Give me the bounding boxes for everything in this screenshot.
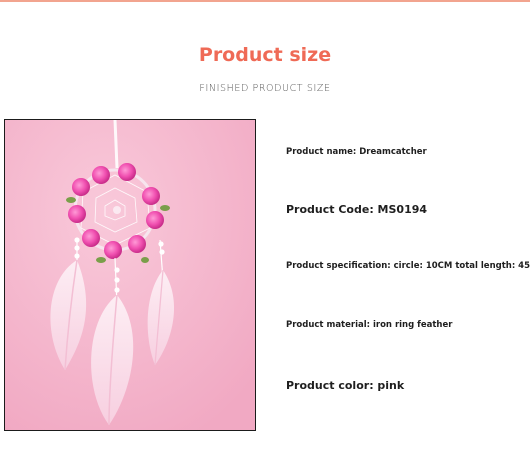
product-material: Product material: iron ring feather <box>286 320 453 330</box>
dreamcatcher-illustration <box>5 120 255 430</box>
product-code: Product Code: MS0194 <box>286 203 428 216</box>
section-subtitle: FINISHED PRODUCT SIZE <box>199 83 331 94</box>
product-photo <box>4 119 256 431</box>
product-specification: Product specification: circle: 10CM tota… <box>286 261 530 271</box>
section-title: Product size <box>198 44 332 66</box>
top-divider <box>0 0 530 2</box>
product-color: Product color: pink <box>286 379 405 392</box>
product-name: Product name: Dreamcatcher <box>286 147 427 157</box>
